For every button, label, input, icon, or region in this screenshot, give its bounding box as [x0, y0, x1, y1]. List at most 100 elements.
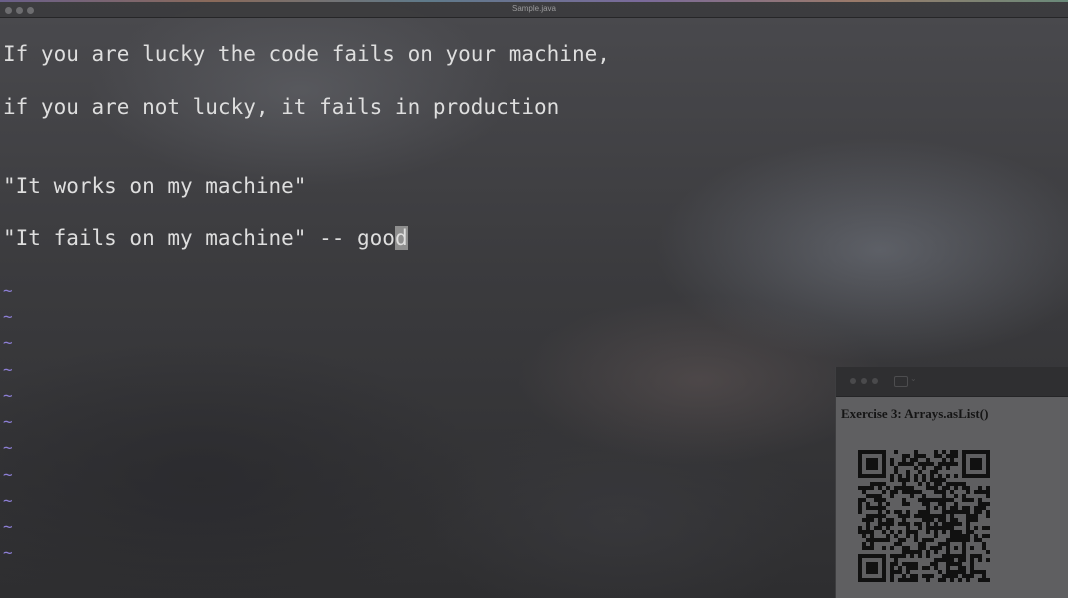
- qr-module: [962, 494, 966, 498]
- qr-module: [954, 518, 958, 522]
- qr-module: [954, 570, 958, 574]
- qr-module: [938, 462, 942, 466]
- panel-titlebar[interactable]: ⌄: [836, 367, 1068, 397]
- qr-module: [978, 538, 982, 542]
- qr-module: [910, 462, 914, 466]
- qr-module: [922, 518, 926, 522]
- qr-module: [870, 518, 874, 522]
- qr-module: [970, 518, 974, 522]
- qr-module: [894, 554, 898, 558]
- qr-module: [922, 462, 926, 466]
- qr-module: [974, 462, 978, 466]
- qr-module: [950, 570, 954, 574]
- qr-module: [942, 578, 946, 582]
- qr-module: [938, 546, 942, 550]
- qr-module: [982, 534, 986, 538]
- qr-module: [878, 538, 882, 542]
- qr-module: [930, 470, 934, 474]
- panel-close-button[interactable]: [850, 378, 856, 384]
- qr-module: [938, 482, 942, 486]
- qr-module: [866, 578, 870, 582]
- qr-module: [974, 474, 978, 478]
- qr-module: [902, 458, 906, 462]
- qr-module: [910, 550, 914, 554]
- panel-zoom-button[interactable]: [872, 378, 878, 384]
- panel-minimize-button[interactable]: [861, 378, 867, 384]
- qr-module: [950, 490, 954, 494]
- qr-module: [910, 530, 914, 534]
- qr-module: [962, 506, 966, 510]
- qr-module: [926, 526, 930, 530]
- empty-line-marker: ~: [3, 491, 13, 510]
- qr-module: [918, 550, 922, 554]
- qr-module: [858, 486, 862, 490]
- qr-module: [978, 558, 982, 562]
- qr-module: [862, 490, 866, 494]
- exercise-panel-window[interactable]: ⌄ Exercise 3: Arrays.asList(): [835, 367, 1068, 598]
- empty-line-marker: ~: [3, 465, 13, 484]
- qr-module: [958, 554, 962, 558]
- qr-module: [954, 462, 958, 466]
- qr-module: [906, 522, 910, 526]
- qr-module: [914, 478, 918, 482]
- qr-module: [954, 562, 958, 566]
- qr-module: [902, 554, 906, 558]
- qr-module: [890, 546, 894, 550]
- qr-module: [978, 466, 982, 470]
- qr-module: [898, 514, 902, 518]
- qr-module: [870, 534, 874, 538]
- chevron-down-icon[interactable]: ⌄: [910, 374, 917, 383]
- qr-module: [858, 554, 862, 558]
- qr-module: [870, 466, 874, 470]
- qr-module: [922, 494, 926, 498]
- qr-module: [910, 458, 914, 462]
- qr-module: [934, 534, 938, 538]
- qr-module: [962, 550, 966, 554]
- qr-module: [890, 474, 894, 478]
- qr-module: [942, 498, 946, 502]
- qr-module: [986, 578, 990, 582]
- qr-module: [966, 514, 970, 518]
- qr-module: [874, 494, 878, 498]
- qr-module: [982, 526, 986, 530]
- qr-module: [886, 522, 890, 526]
- qr-module: [866, 502, 870, 506]
- qr-module: [866, 526, 870, 530]
- qr-module: [878, 502, 882, 506]
- qr-module: [954, 522, 958, 526]
- qr-module: [902, 578, 906, 582]
- qr-module: [918, 526, 922, 530]
- text-line-3: "It works on my machine": [3, 174, 307, 198]
- qr-module: [950, 518, 954, 522]
- qr-code-icon: [858, 450, 990, 582]
- qr-module: [986, 450, 990, 454]
- qr-module: [934, 530, 938, 534]
- qr-module: [894, 490, 898, 494]
- qr-module: [866, 538, 870, 542]
- qr-module: [986, 514, 990, 518]
- qr-module: [958, 522, 962, 526]
- qr-module: [934, 486, 938, 490]
- qr-module: [974, 490, 978, 494]
- qr-module: [942, 494, 946, 498]
- qr-module: [886, 518, 890, 522]
- qr-module: [906, 562, 910, 566]
- qr-module: [986, 550, 990, 554]
- qr-module: [974, 570, 978, 574]
- qr-module: [934, 478, 938, 482]
- qr-module: [914, 538, 918, 542]
- qr-module: [950, 534, 954, 538]
- qr-module: [918, 554, 922, 558]
- qr-module: [902, 490, 906, 494]
- qr-module: [982, 574, 986, 578]
- qr-module: [978, 506, 982, 510]
- empty-line-marker: ~: [3, 360, 13, 379]
- qr-module: [858, 558, 862, 562]
- qr-module: [938, 474, 942, 478]
- window-titlebar[interactable]: Sample.java: [0, 2, 1068, 18]
- sidebar-toggle-icon[interactable]: [894, 376, 908, 387]
- qr-module: [950, 574, 954, 578]
- qr-module: [950, 462, 954, 466]
- qr-module: [982, 474, 986, 478]
- qr-module: [906, 514, 910, 518]
